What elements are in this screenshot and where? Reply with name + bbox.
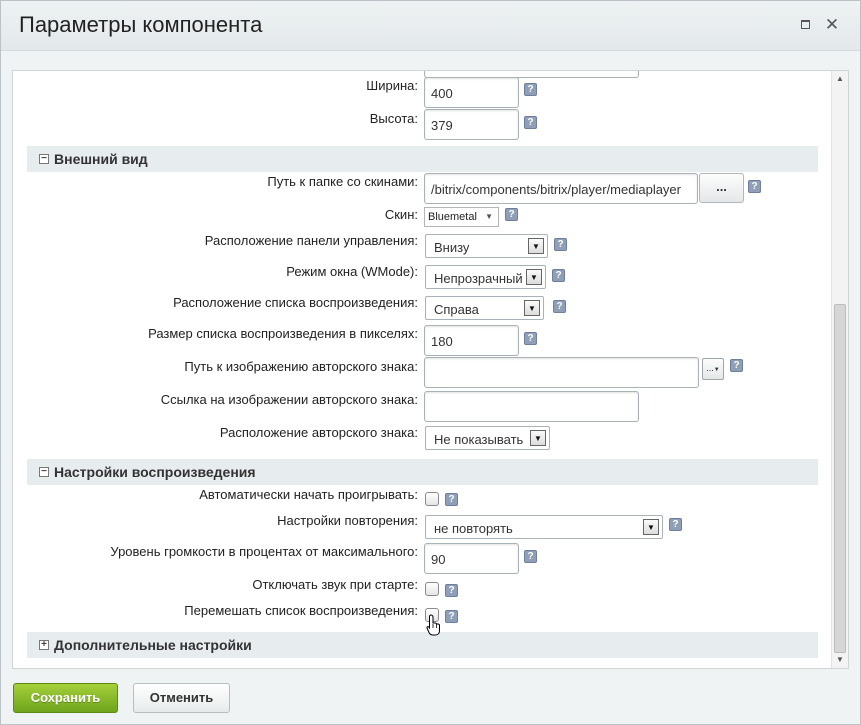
help-icon[interactable]: ?	[524, 550, 537, 563]
scroll-up-icon[interactable]: ▲	[832, 71, 848, 87]
logo-link-label: Ссылка на изображении авторского знака:	[160, 392, 418, 407]
chevron-down-icon: ▼	[643, 519, 659, 535]
skin-label: Скин:	[384, 207, 418, 222]
close-icon[interactable]: ✕	[824, 16, 840, 34]
chevron-down-icon: ▼	[485, 212, 493, 221]
skin-value: Bluemetal	[428, 211, 477, 223]
help-icon[interactable]: ?	[669, 518, 682, 531]
chevron-down-icon: ▼	[530, 430, 546, 446]
playlist-size-label: Размер списка воспроизведения в пикселях…	[148, 326, 418, 341]
section-title: Дополнительные настройки	[54, 637, 252, 653]
help-icon[interactable]: ?	[445, 584, 458, 597]
dialog-content: Ширина: 400 ? Высота: 379 ? − Внешний ви…	[12, 70, 849, 669]
hand-cursor-icon	[426, 614, 440, 636]
scrollbar-thumb[interactable]	[834, 304, 846, 653]
browse-button[interactable]: ...	[699, 173, 744, 203]
logo-position-value: Не показывать	[434, 432, 524, 447]
help-icon[interactable]: ?	[553, 300, 566, 313]
playlist-position-value: Справа	[434, 302, 479, 317]
help-icon[interactable]: ?	[445, 493, 458, 506]
control-panel-label: Расположение панели управления:	[204, 233, 418, 248]
volume-input[interactable]: 90	[424, 543, 519, 574]
shuffle-label: Перемешать список воспроизведения:	[184, 603, 418, 618]
logo-link-input[interactable]	[424, 391, 639, 422]
save-button[interactable]: Сохранить	[13, 683, 118, 713]
height-input[interactable]: 379	[424, 109, 519, 140]
vertical-scrollbar[interactable]: ▲ ▼	[831, 71, 848, 668]
wmode-value: Непрозрачный	[434, 271, 523, 286]
mute-checkbox[interactable]	[425, 582, 439, 596]
playlist-size-input[interactable]: 180	[424, 325, 519, 356]
section-playback[interactable]: − Настройки воспроизведения	[27, 459, 818, 485]
help-icon[interactable]: ?	[730, 359, 743, 372]
chevron-down-icon: ▼	[528, 238, 544, 254]
repeat-value: не повторять	[434, 521, 513, 536]
collapse-icon[interactable]: −	[39, 154, 49, 164]
chevron-down-icon: ▼	[526, 269, 542, 285]
help-icon[interactable]: ?	[505, 208, 518, 221]
section-title: Внешний вид	[54, 151, 148, 167]
help-icon[interactable]: ?	[524, 83, 537, 96]
logo-path-label: Путь к изображению авторского знака:	[184, 359, 418, 374]
wmode-select[interactable]: Непрозрачный ▼	[425, 265, 546, 289]
dialog-titlebar[interactable]: Параметры компонента ✕	[1, 1, 860, 51]
collapse-icon[interactable]: −	[39, 467, 49, 477]
maximize-icon[interactable]	[797, 16, 813, 34]
section-additional[interactable]: + Дополнительные настройки	[27, 632, 818, 658]
help-icon[interactable]: ?	[524, 332, 537, 345]
autostart-checkbox[interactable]	[425, 492, 439, 506]
width-input[interactable]: 400	[424, 77, 519, 108]
scroll-down-icon[interactable]: ▼	[832, 652, 848, 668]
autostart-label: Автоматически начать проигрывать:	[199, 487, 418, 502]
logo-position-select[interactable]: Не показывать ▼	[425, 426, 550, 450]
skin-path-input[interactable]: /bitrix/components/bitrix/player/mediapl…	[424, 173, 698, 204]
section-title: Настройки воспроизведения	[54, 464, 256, 480]
skin-select[interactable]: Bluemetal ▼	[424, 207, 499, 227]
help-icon[interactable]: ?	[445, 610, 458, 623]
help-icon[interactable]: ?	[552, 269, 565, 282]
help-icon[interactable]: ?	[554, 238, 567, 251]
logo-path-input[interactable]	[424, 357, 699, 388]
mute-label: Отключать звук при старте:	[252, 577, 418, 592]
logo-browse-button[interactable]: ...▼	[702, 358, 724, 380]
expand-icon[interactable]: +	[39, 640, 49, 650]
playlist-position-label: Расположение списка воспроизведения:	[173, 295, 418, 310]
chevron-down-icon: ▼	[524, 300, 540, 316]
component-params-dialog: Параметры компонента ✕ Ширина: 400 ? Выс…	[0, 0, 861, 725]
playlist-position-select[interactable]: Справа ▼	[425, 296, 544, 320]
repeat-select[interactable]: не повторять ▼	[425, 515, 663, 539]
control-panel-value: Внизу	[434, 240, 470, 255]
section-appearance[interactable]: − Внешний вид	[27, 146, 818, 172]
help-icon[interactable]: ?	[748, 180, 761, 193]
control-panel-select[interactable]: Внизу ▼	[425, 234, 548, 258]
height-label: Высота:	[369, 111, 418, 126]
volume-label: Уровень громкости в процентах от максима…	[110, 544, 418, 559]
width-label: Ширина:	[366, 78, 418, 93]
help-icon[interactable]: ?	[524, 116, 537, 129]
repeat-label: Настройки повторения:	[277, 513, 418, 528]
logo-position-label: Расположение авторского знака:	[219, 425, 418, 440]
cancel-button[interactable]: Отменить	[133, 683, 230, 713]
skin-path-label: Путь к папке со скинами:	[267, 174, 418, 189]
wmode-label: Режим окна (WMode):	[286, 264, 418, 279]
dialog-title: Параметры компонента	[19, 12, 263, 37]
